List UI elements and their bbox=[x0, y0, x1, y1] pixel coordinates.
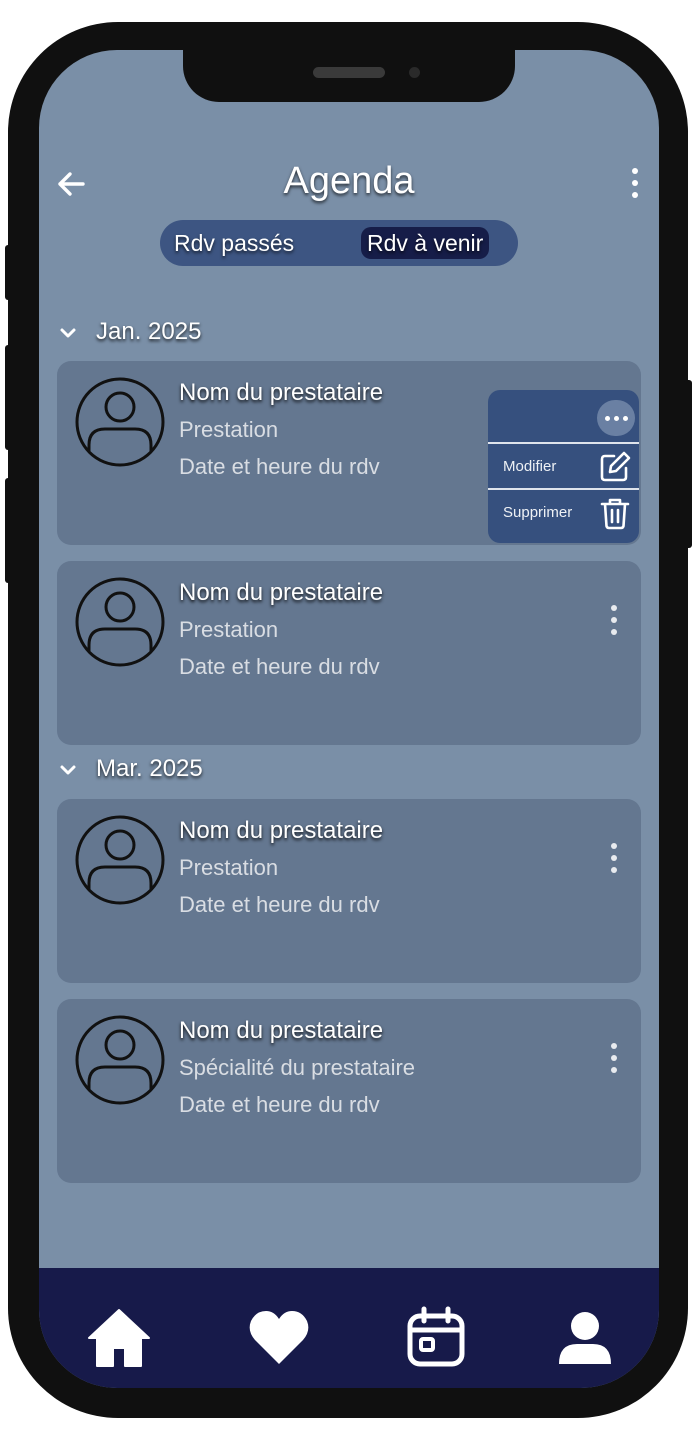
edit-label: Modifier bbox=[503, 458, 557, 475]
header-more-icon[interactable] bbox=[629, 168, 641, 202]
phone-volume-down bbox=[5, 478, 13, 583]
edit-icon bbox=[600, 451, 631, 482]
card-context-menu: Modifier Supprimer bbox=[488, 390, 639, 543]
provider-name: Nom du prestataire bbox=[179, 579, 384, 606]
calendar-icon[interactable] bbox=[404, 1306, 468, 1370]
delete-label: Supprimer bbox=[503, 504, 573, 521]
appointment-card[interactable]: Nom du prestataire Prestation Date et he… bbox=[57, 799, 641, 983]
avatar-icon bbox=[75, 377, 165, 467]
provider-name: Nom du prestataire bbox=[179, 1017, 384, 1044]
card-more-icon[interactable] bbox=[607, 843, 621, 877]
phone-mute-switch bbox=[5, 245, 13, 300]
bottom-navigation bbox=[39, 1268, 659, 1388]
speaker-grille bbox=[313, 67, 385, 78]
provider-specialty: Spécialité du prestataire bbox=[179, 1055, 416, 1080]
appointment-card[interactable]: Nom du prestataire Prestation Date et he… bbox=[57, 561, 641, 745]
section-title: Mar. 2025 bbox=[96, 755, 203, 782]
app-screen: Agenda Rdv passés Rdv à venir Jan. 2025 … bbox=[39, 50, 659, 1388]
avatar-icon bbox=[75, 1015, 165, 1105]
card-more-icon[interactable] bbox=[607, 605, 621, 639]
delete-button[interactable]: Supprimer bbox=[488, 490, 639, 536]
provider-name: Nom du prestataire bbox=[179, 379, 384, 406]
card-more-icon[interactable] bbox=[607, 1043, 621, 1077]
appointment-card[interactable]: Nom du prestataire Spécialité du prestat… bbox=[57, 999, 641, 1183]
phone-volume-up bbox=[5, 345, 13, 450]
phone-notch bbox=[183, 48, 515, 102]
service-label: Prestation bbox=[179, 617, 279, 642]
tab-past-appointments[interactable]: Rdv passés bbox=[174, 227, 294, 259]
service-label: Prestation bbox=[179, 417, 279, 442]
edit-button[interactable]: Modifier bbox=[488, 444, 639, 490]
avatar-icon bbox=[75, 815, 165, 905]
provider-name: Nom du prestataire bbox=[179, 817, 384, 844]
appointment-datetime: Date et heure du rdv bbox=[179, 892, 380, 917]
trash-icon bbox=[600, 498, 630, 530]
page-title: Agenda bbox=[283, 160, 415, 202]
phone-power-button bbox=[684, 380, 692, 548]
appointment-datetime: Date et heure du rdv bbox=[179, 454, 380, 479]
section-title: Jan. 2025 bbox=[96, 318, 202, 345]
avatar-icon bbox=[75, 577, 165, 667]
tab-upcoming-appointments[interactable]: Rdv à venir bbox=[361, 227, 490, 259]
service-label: Prestation bbox=[179, 855, 279, 880]
appointments-toggle: Rdv passés Rdv à venir bbox=[160, 220, 518, 266]
home-icon[interactable] bbox=[87, 1306, 151, 1370]
appointment-datetime: Date et heure du rdv bbox=[179, 654, 380, 679]
appointment-card[interactable]: Nom du prestataire Prestation Date et he… bbox=[57, 361, 641, 545]
chevron-down-icon bbox=[60, 328, 76, 338]
heart-icon[interactable] bbox=[247, 1306, 311, 1370]
appointment-datetime: Date et heure du rdv bbox=[179, 1092, 380, 1117]
more-options-icon[interactable] bbox=[597, 400, 635, 436]
chevron-down-icon bbox=[60, 765, 76, 775]
user-icon[interactable] bbox=[553, 1306, 617, 1370]
front-camera bbox=[409, 67, 420, 78]
